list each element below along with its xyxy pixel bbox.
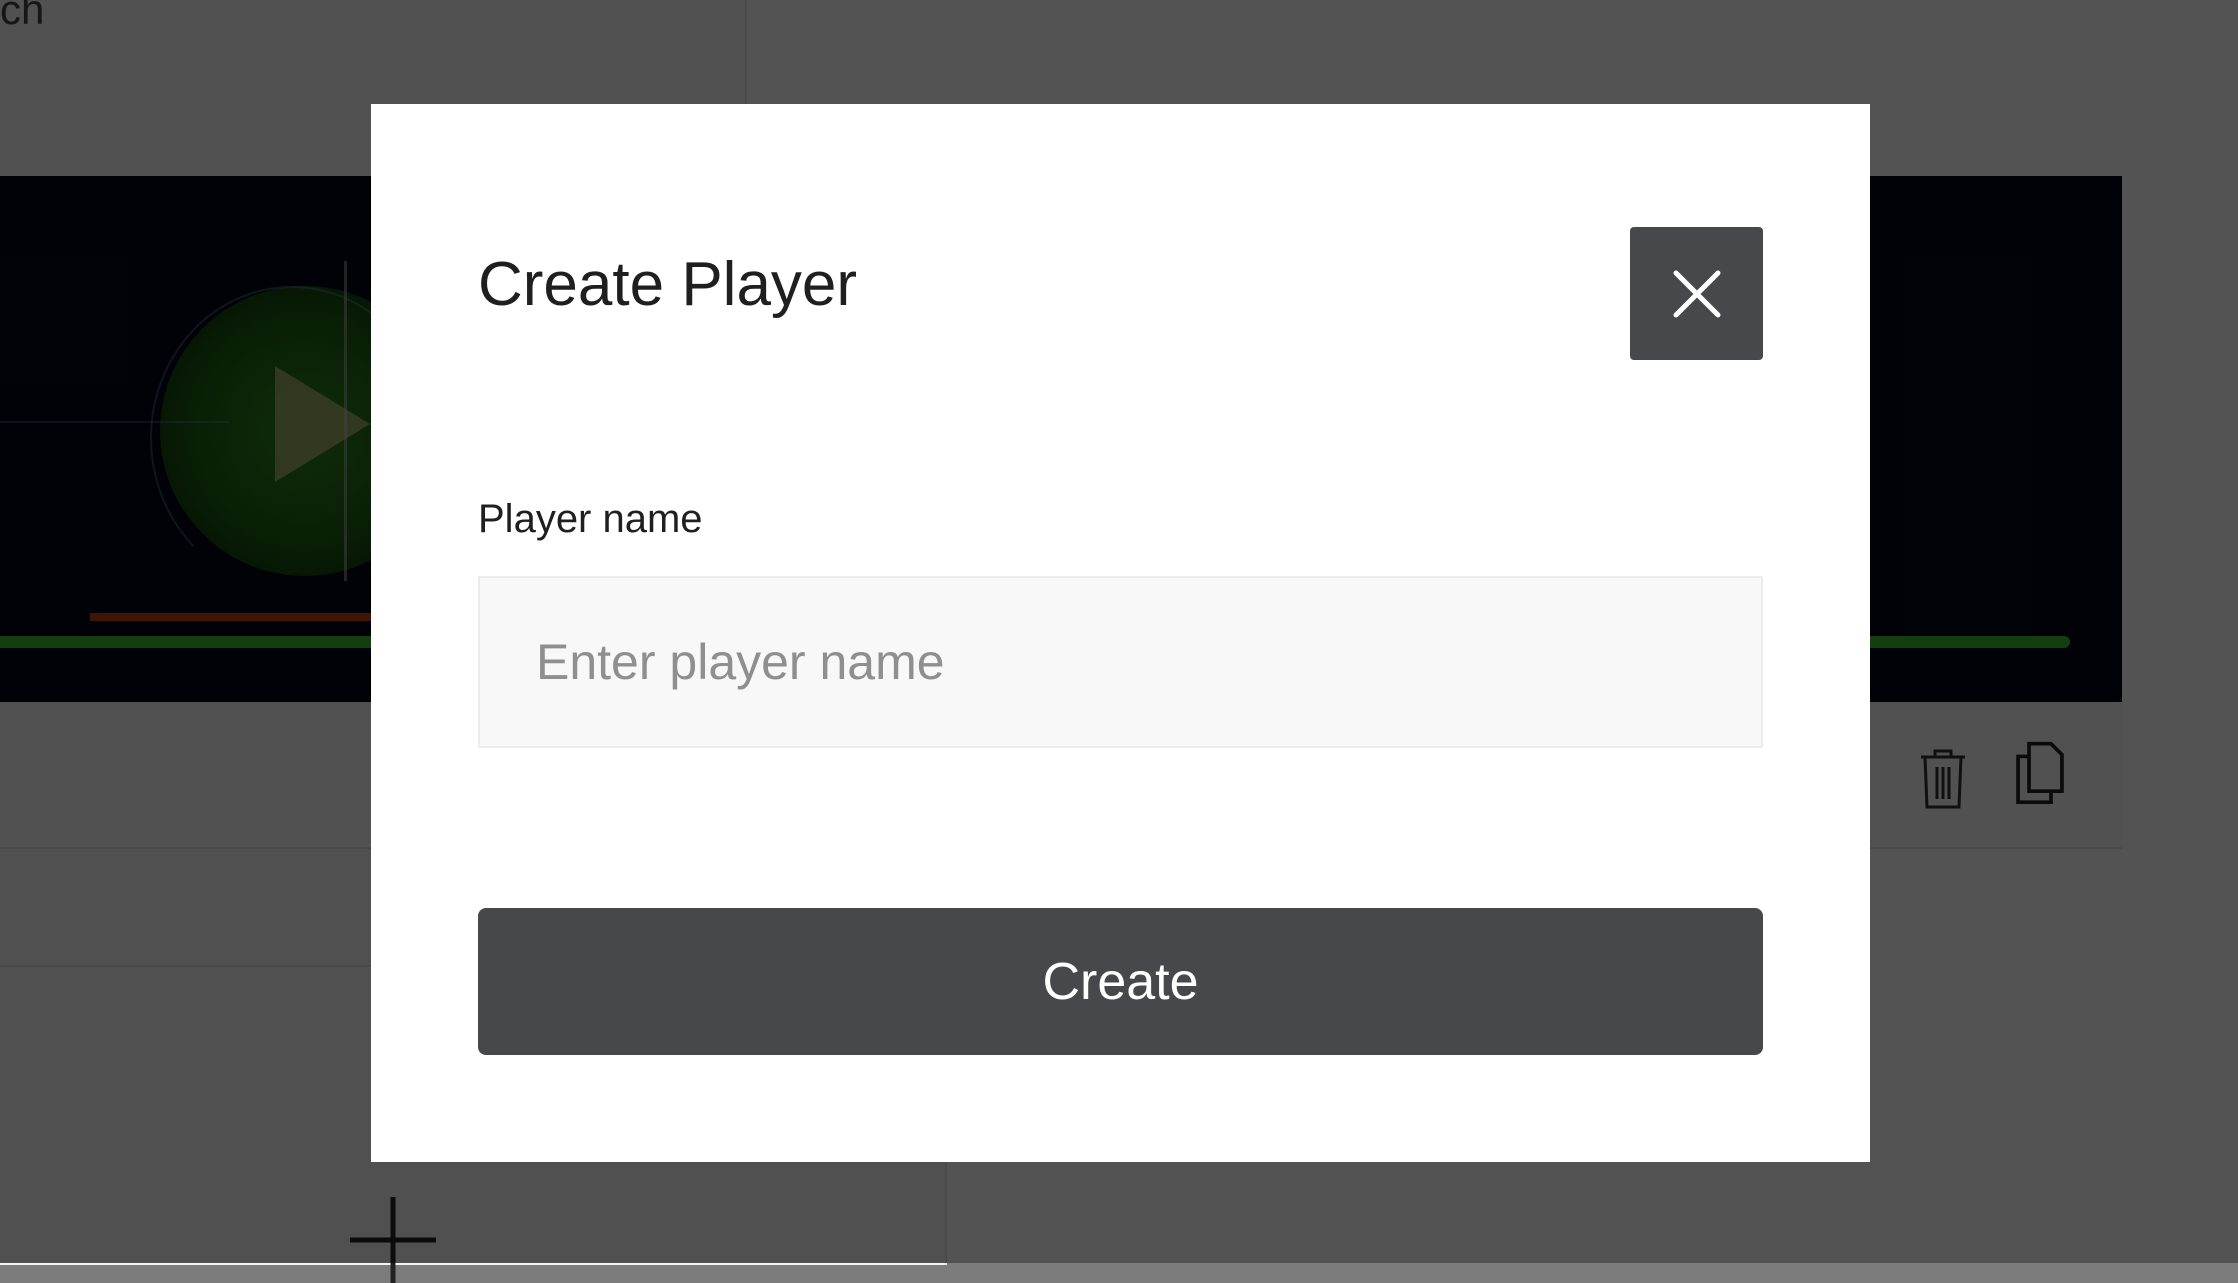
close-button[interactable]: [1630, 227, 1763, 360]
player-name-input[interactable]: [478, 576, 1763, 748]
player-name-label: Player name: [478, 497, 703, 541]
create-button[interactable]: Create: [478, 908, 1763, 1055]
create-player-modal: Create Player Player name Create: [371, 104, 1870, 1162]
modal-title: Create Player: [478, 250, 858, 319]
close-icon: [1673, 270, 1720, 317]
